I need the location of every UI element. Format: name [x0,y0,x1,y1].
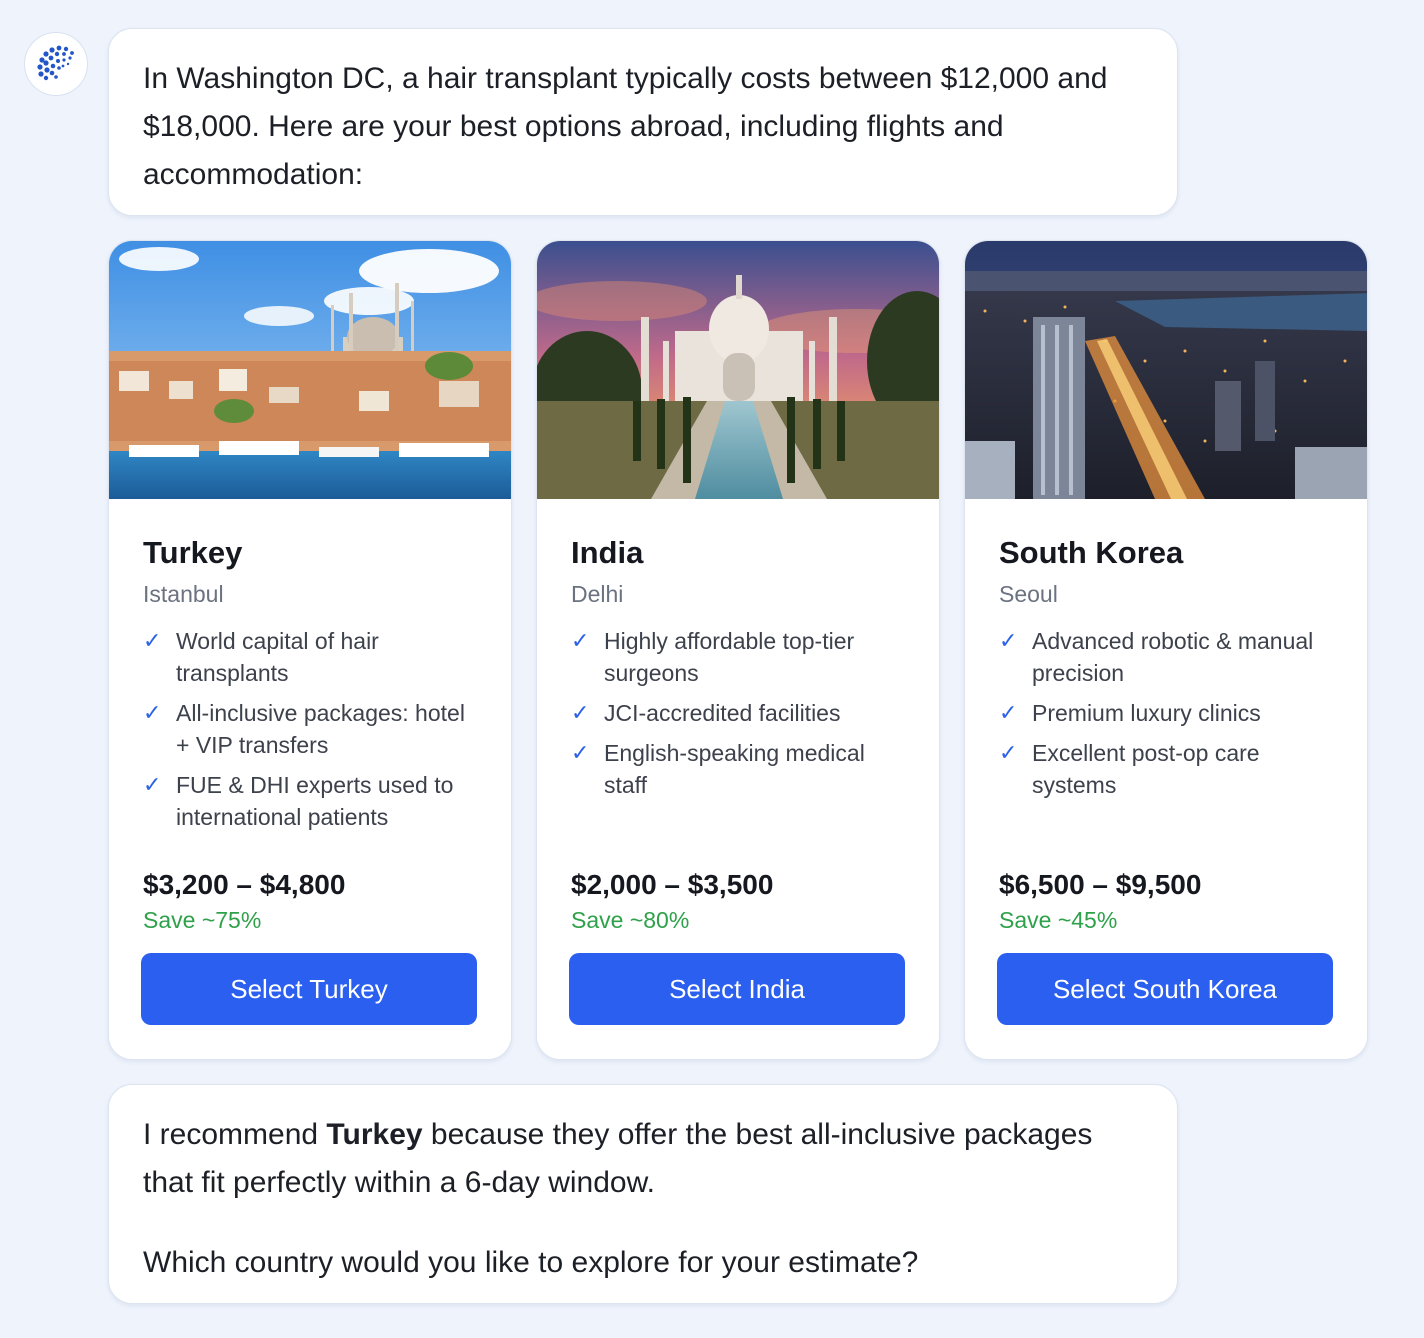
feature-list: ✓ Advanced robotic & manual precision ✓ Pr… [999,625,1335,801]
feature-item: ✓ FUE & DHI experts used to international… [143,769,479,833]
feature-text: Excellent post-op care systems [1032,740,1260,798]
price-block: $6,500 – $9,500 Save ~45% [999,867,1201,935]
feature-text: Advanced robotic & manual precision [1032,628,1314,686]
destination-card-south-korea: South Korea Seoul ✓ Advanced robotic & ma… [964,240,1368,1060]
feature-text: Highly affordable top-tier surgeons [604,628,855,686]
feature-list: ✓ Highly affordable top-tier surgeons ✓ JC… [571,625,907,801]
recommended-country: Turkey [326,1118,423,1151]
select-india-button[interactable]: Select India [569,953,905,1025]
feature-text: Premium luxury clinics [1032,700,1261,726]
savings-label: Save ~45% [999,907,1118,933]
intro-message-text: In Washington DC, a hair transplant typi… [143,62,1108,191]
price-range: $2,000 – $3,500 [571,869,774,900]
savings-label: Save ~80% [571,907,690,933]
price-block: $3,200 – $4,800 Save ~75% [143,867,345,935]
city-name: Istanbul [143,581,224,607]
feature-list: ✓ World capital of hair transplants ✓ All-… [143,625,479,833]
checkmark-icon: ✓ [143,700,162,725]
feature-text: JCI-accredited facilities [604,700,841,726]
recommendation-text: I recommend Turkey because they offer th… [143,1111,1143,1207]
assistant-avatar [24,32,88,96]
feature-item: ✓ Premium luxury clinics [999,697,1335,729]
istanbul-image [109,241,511,499]
checkmark-icon: ✓ [999,628,1018,653]
destination-card-turkey: Turkey Istanbul ✓ World capital of hair t… [108,240,512,1060]
feature-text: All-inclusive packages: hotel + VIP tran… [176,700,465,758]
country-name: Turkey [143,535,243,570]
feature-item: ✓ Excellent post-op care systems [999,737,1335,801]
price-range: $6,500 – $9,500 [999,869,1202,900]
country-name: South Korea [999,535,1184,570]
checkmark-icon: ✓ [999,740,1018,765]
feature-item: ✓ Advanced robotic & manual precision [999,625,1335,689]
feature-item: ✓ World capital of hair transplants [143,625,479,689]
checkmark-icon: ✓ [571,700,590,725]
recommendation-prefix: I recommend [143,1118,327,1151]
feature-item: ✓ All-inclusive packages: hotel + VIP tra… [143,697,479,761]
checkmark-icon: ✓ [143,772,162,797]
globe-logo-icon [37,45,74,81]
destination-options: Turkey Istanbul ✓ World capital of hair t… [108,240,1368,1060]
feature-text: English-speaking medical staff [604,740,865,798]
city-name: Delhi [571,581,624,607]
savings-label: Save ~75% [143,907,262,933]
assistant-intro-message: In Washington DC, a hair transplant typi… [108,28,1178,216]
destination-card-india: India Delhi ✓ Highly affordable top-tier … [536,240,940,1060]
seoul-image [965,241,1367,499]
checkmark-icon: ✓ [143,628,162,653]
price-range: $3,200 – $4,800 [143,869,346,900]
country-name: India [571,535,644,570]
checkmark-icon: ✓ [571,740,590,765]
price-block: $2,000 – $3,500 Save ~80% [571,867,773,935]
feature-item: ✓ Highly affordable top-tier surgeons [571,625,907,689]
checkmark-icon: ✓ [999,700,1018,725]
city-name: Seoul [999,581,1058,607]
checkmark-icon: ✓ [571,628,590,653]
delhi-image [537,241,939,499]
feature-text: World capital of hair transplants [176,628,379,686]
select-turkey-button[interactable]: Select Turkey [141,953,477,1025]
feature-item: ✓ English-speaking medical staff [571,737,907,801]
assistant-recommendation-message: I recommend Turkey because they offer th… [108,1084,1178,1304]
follow-up-question: Which country would you like to explore … [143,1246,919,1279]
select-south-korea-button[interactable]: Select South Korea [997,953,1333,1025]
feature-item: ✓ JCI-accredited facilities [571,697,907,729]
feature-text: FUE & DHI experts used to international … [176,772,454,830]
